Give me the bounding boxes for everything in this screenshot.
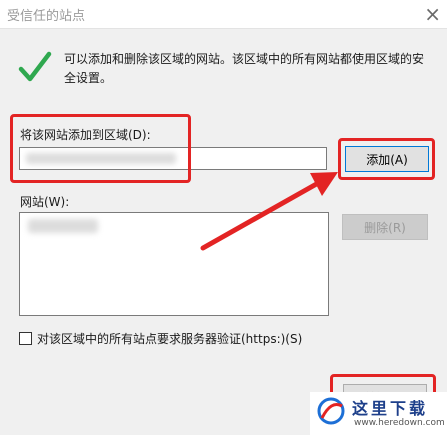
redacted-site-entry xyxy=(28,219,98,233)
window-title: 受信任的站点 xyxy=(7,9,86,24)
watermark: 这里下载 www.heredown.com xyxy=(310,392,447,435)
sites-list[interactable] xyxy=(19,212,329,316)
redacted-url xyxy=(26,153,176,164)
add-site-label: 将该网站添加到区域(D): xyxy=(20,128,151,142)
title-bar: 受信任的站点 × xyxy=(0,0,447,29)
https-label: 对该区域中的所有站点要求服务器验证(https:)(S) xyxy=(37,332,303,346)
remove-button[interactable]: 删除(R) xyxy=(342,214,428,240)
sites-label: 网站(W): xyxy=(20,195,70,209)
close-icon[interactable]: × xyxy=(424,2,441,26)
watermark-title: 这里下载 xyxy=(352,399,429,418)
watermark-url: www.heredown.com xyxy=(354,418,445,428)
site-logo-icon xyxy=(317,397,345,425)
add-button[interactable]: 添加(A) xyxy=(345,146,429,172)
zone-description: 可以添加和删除该区域的网站。该区域中的所有网站都使用区域的安全设置。 xyxy=(64,52,425,85)
https-checkbox[interactable] xyxy=(19,332,32,345)
checkmark-icon xyxy=(18,51,52,82)
https-option[interactable]: 对该区域中的所有站点要求服务器验证(https:)(S) xyxy=(19,330,302,347)
